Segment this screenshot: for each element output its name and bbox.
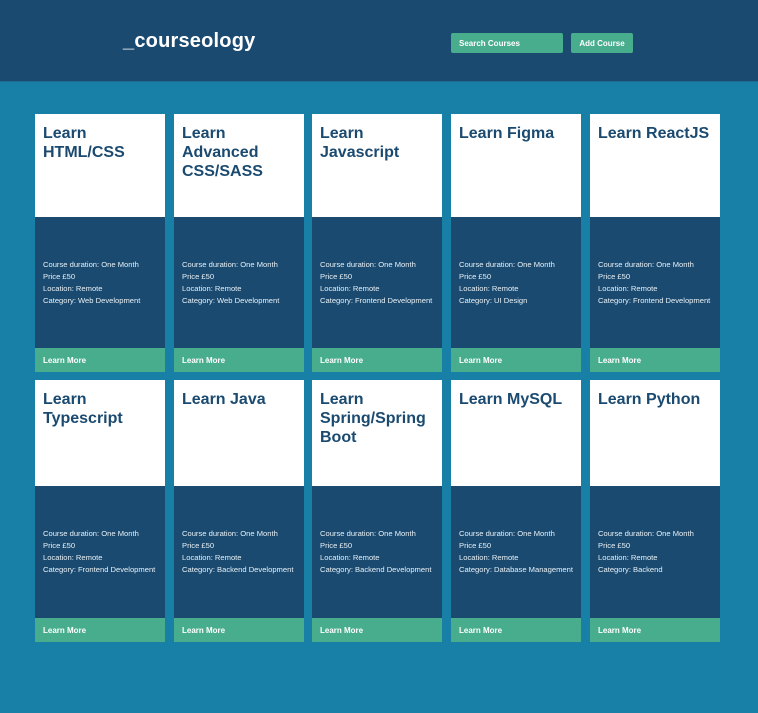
course-title: Learn Python xyxy=(598,391,701,408)
course-details: Course duration: One Month Price £50 Loc… xyxy=(174,217,304,348)
course-category: Category: Database Management xyxy=(459,565,573,574)
course-price: Price £50 xyxy=(320,271,353,281)
course-location: Location: Remote xyxy=(459,283,519,293)
course-card-header: Learn HTML/CSS xyxy=(35,114,165,217)
course-card: Learn HTML/CSS Course duration: One Mont… xyxy=(35,114,165,372)
course-card-header: Learn Typescript xyxy=(35,380,165,486)
course-location: Location: Remote xyxy=(459,553,519,562)
course-card: Learn Java Course duration: One Month Pr… xyxy=(174,380,304,642)
course-price: Price £50 xyxy=(182,271,215,281)
course-details: Course duration: One Month Price £50 Loc… xyxy=(312,486,442,618)
course-price: Price £50 xyxy=(598,271,631,281)
course-price: Price £50 xyxy=(459,271,492,281)
course-card-header: Learn Figma xyxy=(451,114,581,217)
course-title: Learn ReactJS xyxy=(598,125,710,142)
course-card-header: Learn MySQL xyxy=(451,380,581,486)
learn-more-button[interactable]: Learn More xyxy=(35,348,165,372)
course-title: Learn HTML/CSS xyxy=(43,125,125,161)
course-card: Learn Python Course duration: One Month … xyxy=(590,380,720,642)
course-card: Learn Typescript Course duration: One Mo… xyxy=(35,380,165,642)
course-title: Learn Advanced CSS/SASS xyxy=(182,125,263,180)
course-location: Location: Remote xyxy=(320,283,380,293)
course-category: Category: Backend Development xyxy=(320,565,432,574)
course-location: Location: Remote xyxy=(320,553,380,562)
course-details: Course duration: One Month Price £50 Loc… xyxy=(451,486,581,618)
course-duration: Course duration: One Month xyxy=(598,529,694,538)
course-duration: Course duration: One Month xyxy=(459,529,555,538)
course-title: Learn Figma xyxy=(459,125,555,142)
course-price: Price £50 xyxy=(43,271,76,281)
course-category: Category: Backend xyxy=(598,565,663,574)
course-title: Learn Javascript xyxy=(320,125,400,161)
course-card: Learn ReactJS Course duration: One Month… xyxy=(590,114,720,372)
course-location: Location: Remote xyxy=(182,283,242,293)
course-title: Learn Java xyxy=(182,391,266,408)
course-category: Category: Frontend Development xyxy=(43,565,156,574)
learn-more-button[interactable]: Learn More xyxy=(174,618,304,642)
course-location: Location: Remote xyxy=(598,553,658,562)
course-category: Category: Frontend Development xyxy=(320,295,433,305)
search-courses-input[interactable] xyxy=(451,33,563,53)
learn-more-button[interactable]: Learn More xyxy=(451,348,581,372)
course-duration: Course duration: One Month xyxy=(459,259,555,269)
course-card-header: Learn Advanced CSS/SASS xyxy=(174,114,304,217)
course-details: Course duration: One Month Price £50 Loc… xyxy=(451,217,581,348)
course-price: Price £50 xyxy=(598,541,631,550)
course-details: Course duration: One Month Price £50 Loc… xyxy=(174,486,304,618)
course-card-header: Learn Java xyxy=(174,380,304,486)
learn-more-button[interactable]: Learn More xyxy=(312,348,442,372)
course-card: Learn Figma Course duration: One Month P… xyxy=(451,114,581,372)
course-category: Category: Web Development xyxy=(182,295,280,305)
course-price: Price £50 xyxy=(182,541,215,550)
course-card: Learn Javascript Course duration: One Mo… xyxy=(312,114,442,372)
course-title: Learn MySQL xyxy=(459,391,563,408)
course-location: Location: Remote xyxy=(43,553,103,562)
course-duration: Course duration: One Month xyxy=(598,259,694,269)
course-category: Category: UI Design xyxy=(459,295,528,305)
course-card-header: Learn ReactJS xyxy=(590,114,720,217)
course-category: Category: Web Development xyxy=(43,295,141,305)
course-category: Category: Frontend Development xyxy=(598,295,711,305)
course-category: Category: Backend Development xyxy=(182,565,294,574)
course-duration: Course duration: One Month xyxy=(320,529,416,538)
learn-more-button[interactable]: Learn More xyxy=(451,618,581,642)
course-details: Course duration: One Month Price £50 Loc… xyxy=(590,486,720,618)
course-card: Learn Advanced CSS/SASS Course duration:… xyxy=(174,114,304,372)
add-course-button[interactable]: Add Course xyxy=(571,33,633,53)
learn-more-button[interactable]: Learn More xyxy=(35,618,165,642)
course-details: Course duration: One Month Price £50 Loc… xyxy=(35,217,165,348)
course-title: Learn Typescript xyxy=(43,391,123,427)
course-price: Price £50 xyxy=(320,541,353,550)
course-location: Location: Remote xyxy=(182,553,242,562)
course-duration: Course duration: One Month xyxy=(43,529,139,538)
course-duration: Course duration: One Month xyxy=(43,259,139,269)
course-card-header: Learn Python xyxy=(590,380,720,486)
course-details: Course duration: One Month Price £50 Loc… xyxy=(312,217,442,348)
course-duration: Course duration: One Month xyxy=(182,529,278,538)
site-logo[interactable]: _courseology xyxy=(123,30,255,53)
learn-more-button[interactable]: Learn More xyxy=(174,348,304,372)
course-card: Learn MySQL Course duration: One Month P… xyxy=(451,380,581,642)
course-duration: Course duration: One Month xyxy=(320,259,416,269)
course-title: Learn Spring/Spring Boot xyxy=(320,391,426,446)
course-price: Price £50 xyxy=(43,541,76,550)
course-price: Price £50 xyxy=(459,541,492,550)
learn-more-button[interactable]: Learn More xyxy=(312,618,442,642)
course-location: Location: Remote xyxy=(43,283,103,293)
learn-more-button[interactable]: Learn More xyxy=(590,618,720,642)
course-duration: Course duration: One Month xyxy=(182,259,278,269)
learn-more-button[interactable]: Learn More xyxy=(590,348,720,372)
course-details: Course duration: One Month Price £50 Loc… xyxy=(590,217,720,348)
course-card: Learn Spring/Spring Boot Course duration… xyxy=(312,380,442,642)
course-card-header: Learn Spring/Spring Boot xyxy=(312,380,442,486)
course-card-header: Learn Javascript xyxy=(312,114,442,217)
site-header: _courseology Add Course xyxy=(0,0,758,82)
course-details: Course duration: One Month Price £50 Loc… xyxy=(35,486,165,618)
course-location: Location: Remote xyxy=(598,283,658,293)
